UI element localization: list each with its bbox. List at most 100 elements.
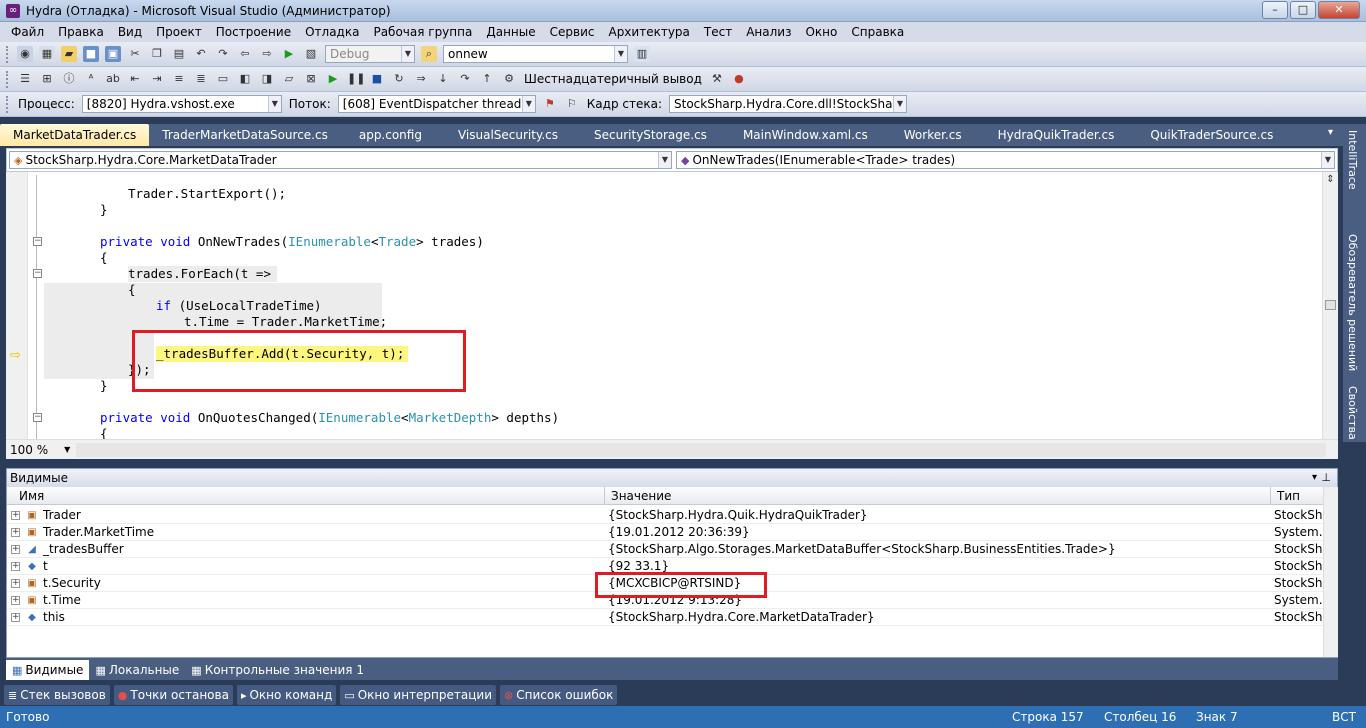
cut-icon[interactable]: ✂ [127, 46, 143, 62]
toolbar-grip[interactable] [6, 70, 10, 88]
hex-output-button[interactable]: Шестнадцатеричный вывод [524, 72, 702, 86]
break-all-icon[interactable]: ❚❚ [347, 71, 365, 87]
menu-window[interactable]: Окно [798, 22, 844, 42]
menu-debug[interactable]: Отладка [298, 22, 366, 42]
chevron-down-icon[interactable]: ▼ [64, 445, 70, 454]
tab-call-stack[interactable]: ≣ Стек вызовов [4, 685, 110, 705]
flag-thread-icon[interactable]: ⚐ [564, 96, 580, 112]
collapse-icon[interactable]: − [33, 413, 42, 422]
close-button[interactable]: ✕ [1318, 1, 1360, 19]
members-icon[interactable]: ⊞ [39, 71, 55, 87]
new-project-icon[interactable]: ◉ [17, 46, 33, 62]
process-dropdown[interactable]: [8820] Hydra.vshost.exe ▼ [81, 95, 282, 113]
decrease-indent-icon[interactable]: ⇤ [127, 71, 143, 87]
collapse-icon[interactable]: − [33, 237, 42, 246]
minimize-button[interactable]: – [1262, 1, 1288, 19]
zoom-level[interactable]: 100 % [6, 443, 48, 457]
add-item-icon[interactable]: ▦ [39, 46, 55, 62]
breakpoints-icon[interactable]: ● [731, 71, 747, 87]
tab-marketdatatrader[interactable]: MarketDataTrader.cs [0, 124, 150, 146]
navigate-forward-icon[interactable]: ⇨ [259, 46, 275, 62]
uncomment-icon[interactable]: ≣ [193, 71, 209, 87]
copy-icon[interactable]: ❐ [149, 46, 165, 62]
thread-dropdown[interactable]: [608] EventDispatcher thread #все ▼ [337, 95, 536, 113]
format-icon[interactable]: ☰ [17, 71, 33, 87]
menu-data[interactable]: Данные [479, 22, 542, 42]
menu-analyze[interactable]: Анализ [739, 22, 798, 42]
split-icon[interactable]: ⇕ [1324, 174, 1337, 188]
type-dropdown[interactable]: ◈ StockSharp.Hydra.Core.MarketDataTrader … [9, 151, 672, 169]
expand-icon[interactable]: + [11, 613, 20, 622]
bookmark-folder-icon[interactable]: ▱ [281, 71, 297, 87]
expand-icon[interactable]: + [11, 545, 20, 554]
tab-autos[interactable]: ▦ Видимые [6, 659, 90, 680]
redo-icon[interactable]: ↷ [215, 46, 231, 62]
expand-icon[interactable]: + [11, 511, 20, 520]
table-row[interactable]: + ◢ _tradesBuffer {StockSharp.Algo.Storage… [7, 541, 1323, 558]
restart-icon[interactable]: ↻ [391, 71, 407, 87]
flag-icon[interactable]: ⚑ [542, 96, 558, 112]
menu-edit[interactable]: Правка [51, 22, 111, 42]
paste-icon[interactable]: ▤ [171, 46, 187, 62]
prev-bookmark-icon[interactable]: ◧ [237, 71, 253, 87]
table-row[interactable]: + ◆ this {StockSharp.Hydra.Core.MarketData… [7, 609, 1323, 626]
menu-view[interactable]: Вид [111, 22, 149, 42]
tab-breakpoints[interactable]: ● Точки останова [113, 685, 233, 705]
code-editor[interactable]: Trader.StartExport(); } − private void O… [6, 172, 1322, 439]
menu-team[interactable]: Рабочая группа [366, 22, 479, 42]
comment-icon[interactable]: ≡ [171, 71, 187, 87]
tab-watch-1[interactable]: ▦ Контрольные значения 1 [185, 660, 370, 680]
threads-icon[interactable]: ⚒ [709, 71, 725, 87]
tab-error-list[interactable]: ⊗ Список ошибок [500, 685, 618, 705]
toolbar-grip[interactable] [6, 95, 10, 113]
editor-vertical-scrollbar[interactable]: ⇕ [1322, 172, 1338, 439]
start-debug-icon[interactable]: ▶ [281, 46, 297, 62]
tab-hydraquiktrader[interactable]: HydraQuikTrader.cs [980, 124, 1133, 146]
editor-horizontal-scrollbar[interactable] [76, 443, 1326, 457]
menu-build[interactable]: Построение [209, 22, 298, 42]
tab-app-config[interactable]: app.config [341, 124, 440, 146]
table-row[interactable]: + ▣ Trader {StockSharp.Hydra.Quik.HydraQui… [7, 507, 1323, 524]
menu-project[interactable]: Проект [149, 22, 209, 42]
step-into-icon[interactable]: ↓ [435, 71, 451, 87]
tab-worker[interactable]: Worker.cs [886, 124, 980, 146]
tab-list-icon[interactable]: ▾ [1328, 127, 1333, 138]
sidebar-tab-properties[interactable]: Свойства [1346, 386, 1359, 440]
tab-command-window[interactable]: ▸ Окно команд [236, 685, 337, 705]
autos-scrollbar[interactable] [1323, 487, 1338, 657]
tab-securitystorage[interactable]: SecurityStorage.cs [576, 124, 725, 146]
open-file-icon[interactable]: ▰ [61, 46, 77, 62]
menu-architecture[interactable]: Архитектура [601, 22, 696, 42]
pin-icon[interactable]: ⊥ [1321, 469, 1331, 487]
col-value-header[interactable]: Значение [605, 487, 1271, 505]
step-out-icon[interactable]: ↑ [479, 71, 495, 87]
toolbar-grip[interactable] [6, 45, 10, 63]
next-bookmark-icon[interactable]: ◨ [259, 71, 275, 87]
stack-frame-dropdown[interactable]: StockSharp.Hydra.Core.dll!StockSharp.Hyd… [669, 95, 907, 113]
save-icon[interactable]: ■ [83, 46, 99, 62]
solution-config-dropdown[interactable]: Debug ▼ [325, 45, 415, 63]
tab-quiktradersource[interactable]: QuikTraderSource.cs [1132, 124, 1291, 146]
undo-icon[interactable]: ↶ [193, 46, 209, 62]
complete-word-icon[interactable]: ab [105, 71, 121, 87]
sidebar-tab-intellitrace[interactable]: IntelliTrace [1346, 130, 1359, 190]
navigate-back-icon[interactable]: ⇦ [237, 46, 253, 62]
menu-test[interactable]: Тест [697, 22, 739, 42]
sidebar-tab-solution-explorer[interactable]: Обозреватель решений [1346, 234, 1359, 371]
member-dropdown[interactable]: ◆ OnNewTrades(IEnumerable<Trade> trades) … [676, 151, 1335, 169]
expand-icon[interactable]: + [11, 528, 20, 537]
tab-locals[interactable]: ▦ Локальные [89, 660, 185, 680]
scroll-thumb[interactable] [1325, 300, 1336, 310]
table-row[interactable]: + ▣ Trader.MarketTime {19.01.2012 20:36:39… [7, 524, 1323, 541]
maximize-button[interactable]: □ [1290, 1, 1316, 19]
increase-indent-icon[interactable]: ⇥ [149, 71, 165, 87]
step-over-icon[interactable]: ↷ [457, 71, 473, 87]
expand-icon[interactable]: + [11, 562, 20, 571]
collapse-icon[interactable]: − [33, 269, 42, 278]
save-all-icon[interactable]: ▣ [105, 46, 121, 62]
tab-visualsecurity[interactable]: VisualSecurity.cs [440, 124, 576, 146]
col-type-header[interactable]: Тип [1271, 487, 1323, 505]
hex-icon[interactable]: ⚙ [501, 71, 517, 87]
menu-help[interactable]: Справка [844, 22, 911, 42]
tab-mainwindow[interactable]: MainWindow.xaml.cs [725, 124, 886, 146]
